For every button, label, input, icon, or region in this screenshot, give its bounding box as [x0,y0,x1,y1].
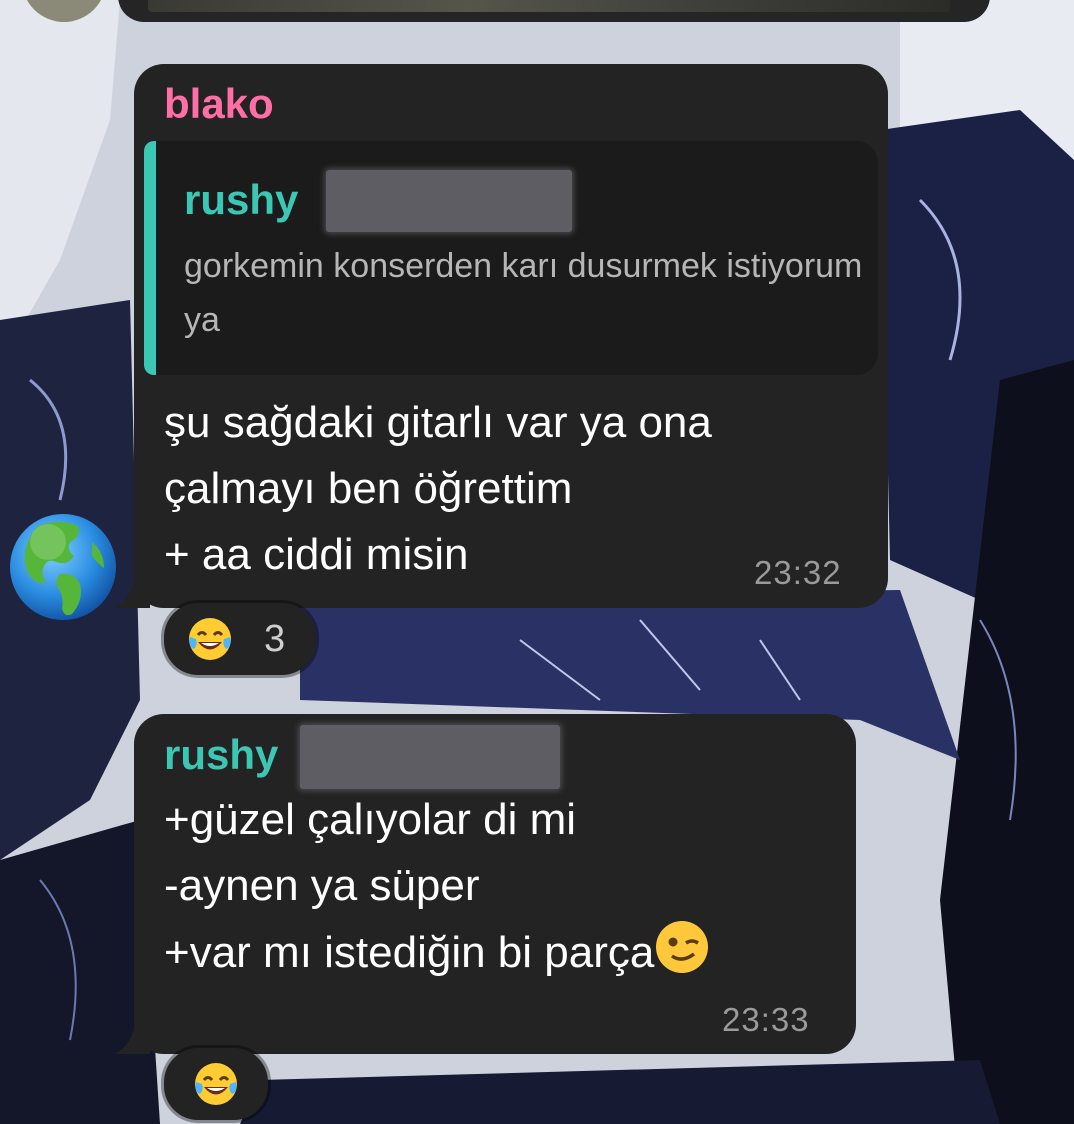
winking-face-emoji-icon [656,921,709,973]
reaction-count: 3 [264,618,286,660]
message-text: +var mı istediğin bi parça [164,928,655,977]
sender-name[interactable]: blako [164,80,274,128]
message-text-line: çalmayı ben öğrettim [164,464,573,513]
redacted-username [326,170,572,232]
reply-accent-bar [144,141,156,375]
tears-of-joy-emoji-icon [189,618,231,660]
reaction-chip[interactable]: 3 [164,603,316,675]
message-text-line: +var mı istediğin bi parça [164,919,710,986]
message-text-line: şu sağdaki gitarlı var ya ona [164,398,712,447]
message-text-line: +güzel çalıyolar di mi [164,795,577,844]
tears-of-joy-emoji-icon [195,1063,237,1105]
globe-americas-avatar-icon[interactable] [8,512,118,622]
reply-text: gorkemin konserden karı dusurmek istiyor… [184,247,863,339]
media-thumbnail[interactable] [148,0,950,12]
previous-media-message[interactable] [118,0,990,22]
message-timestamp: 23:32 [754,554,842,591]
sender-name[interactable]: rushy [164,731,278,779]
reaction-chip[interactable] [164,1048,268,1120]
redacted-username [300,725,560,789]
message-text-line: + aa ciddi misin [164,530,469,579]
message-text-line: -aynen ya süper [164,861,480,910]
message-timestamp: 23:33 [722,1001,810,1038]
reply-sender-name: rushy [184,176,299,223]
